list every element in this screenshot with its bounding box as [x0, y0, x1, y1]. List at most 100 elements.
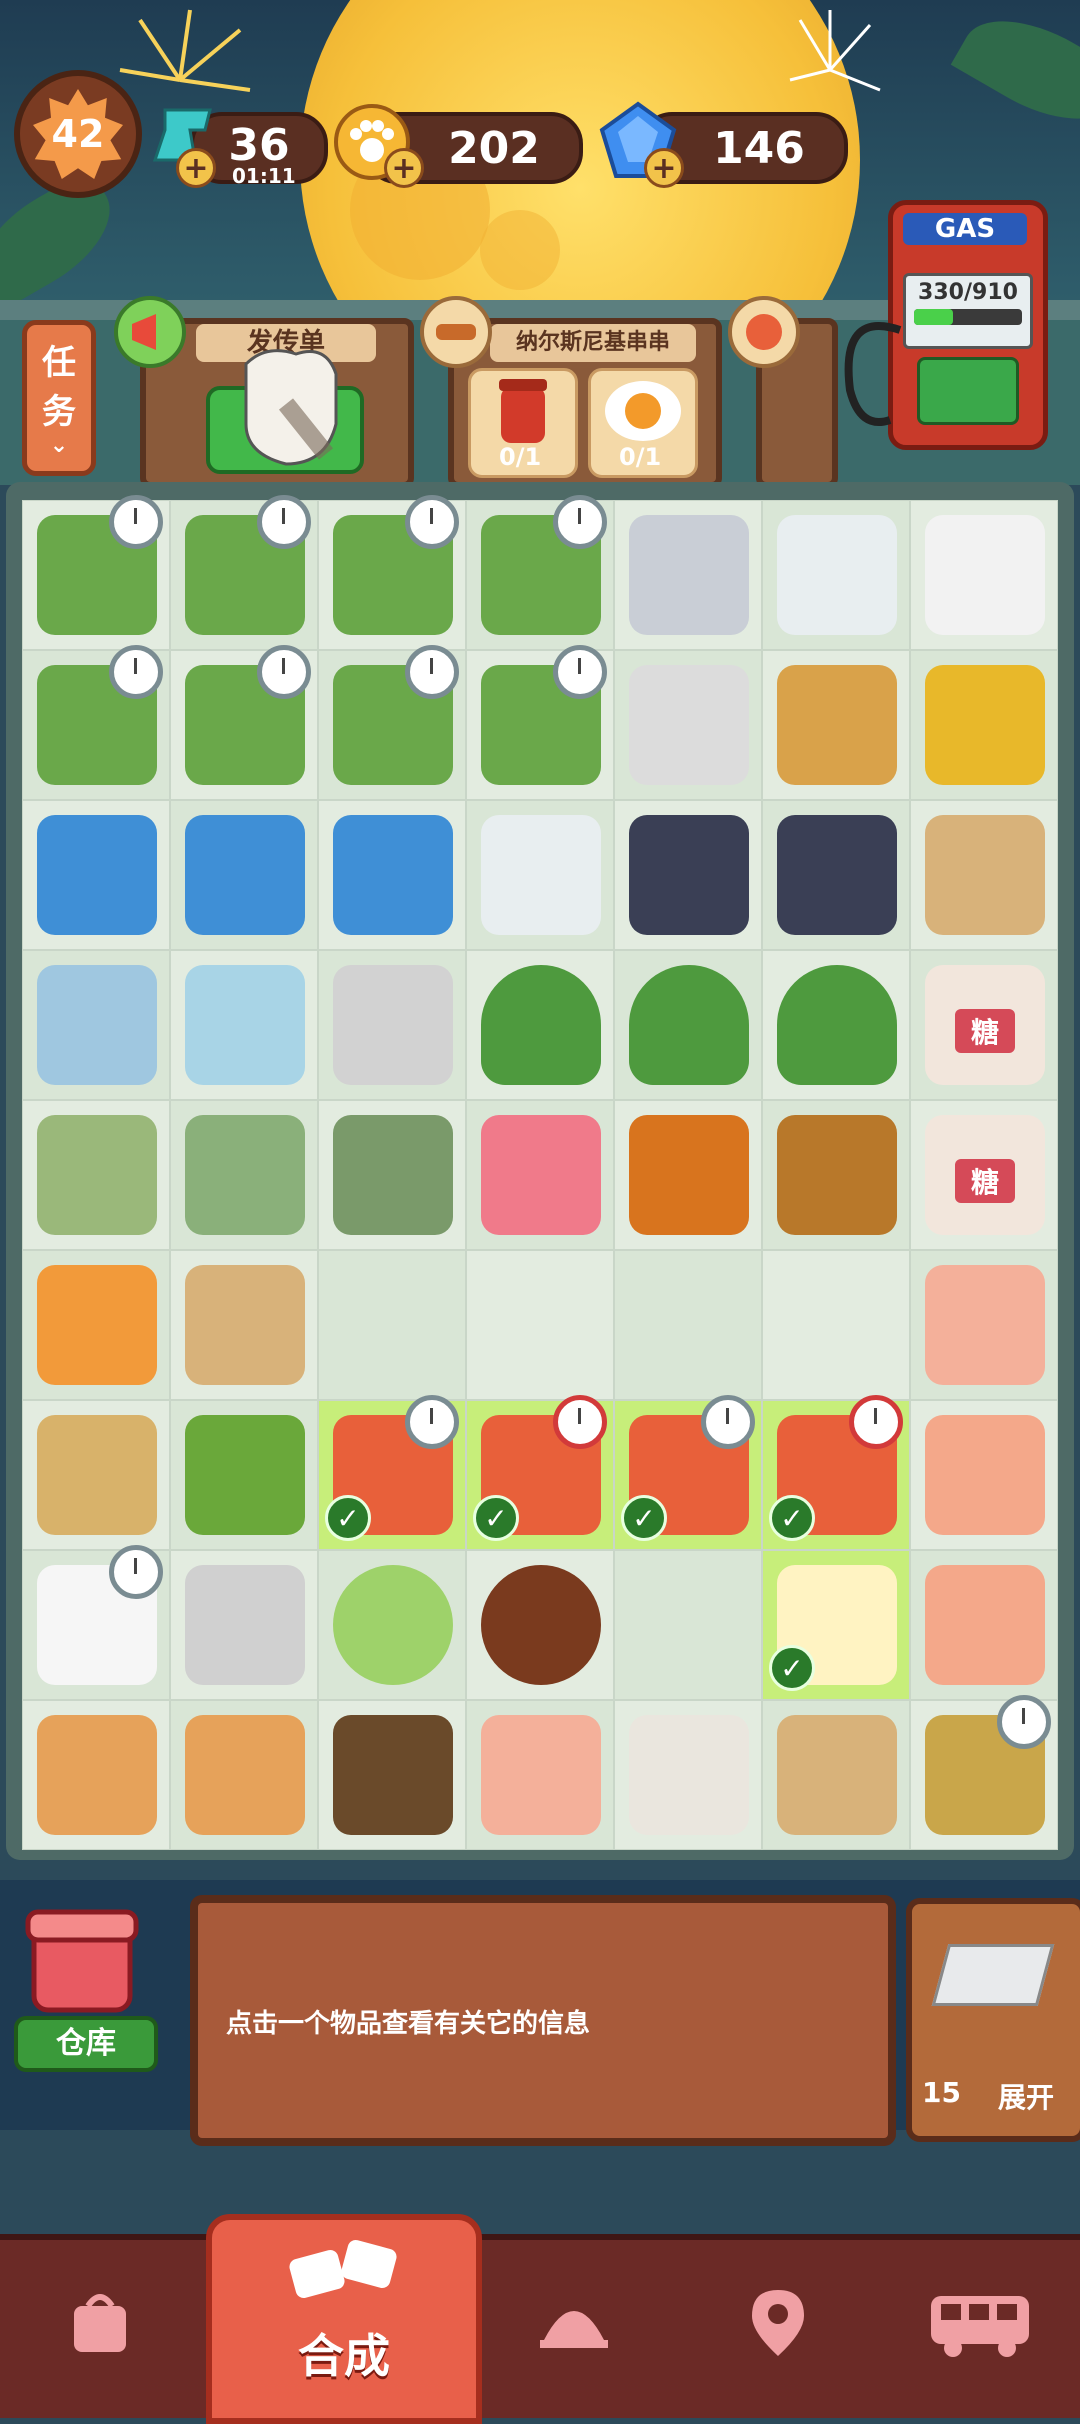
board-cell-notebook-sun[interactable] — [22, 800, 170, 950]
gas-hose-icon — [844, 322, 902, 426]
board-cell-safe-box[interactable] — [318, 950, 466, 1100]
board-cell-bamboo[interactable] — [170, 495, 318, 650]
board-cell-hot-pot[interactable] — [318, 1100, 466, 1250]
board-cell-glass-cabinet[interactable] — [170, 950, 318, 1100]
gas-pump[interactable]: GAS 330/910 — [888, 200, 1048, 450]
board-cell-notepad[interactable] — [466, 800, 614, 950]
timer-icon — [553, 645, 607, 699]
board-cell-barrel-wood[interactable] — [762, 1100, 910, 1250]
board-cell-layered-drink[interactable] — [22, 1250, 170, 1400]
board-cell-tree[interactable] — [614, 950, 762, 1100]
board-cell-skewer-box[interactable]: ✓ — [762, 1395, 910, 1550]
board-cell-paper-plane[interactable] — [910, 1400, 1058, 1550]
task-progress: 0/1 — [619, 443, 662, 471]
board-cell-skewer-box[interactable]: ✓ — [318, 1395, 466, 1550]
board-cell-salt-jar[interactable] — [22, 1545, 170, 1700]
notebook-sun-icon — [37, 815, 157, 935]
board-cell-shelf-bottles[interactable] — [22, 1700, 170, 1850]
board-cell-tree[interactable] — [466, 950, 614, 1100]
chef-hat-icon — [777, 815, 897, 935]
add-coins-button[interactable]: + — [384, 148, 424, 188]
timer-icon — [405, 495, 459, 549]
notebook-sun-icon — [333, 815, 453, 935]
nav-map[interactable] — [718, 2262, 838, 2382]
coin-value: 202 — [448, 122, 540, 174]
board-cell-skewer-box[interactable]: ✓ — [466, 1395, 614, 1550]
board-cell-shelf-bottles[interactable] — [170, 1700, 318, 1850]
board-cell-printer-mini[interactable] — [910, 500, 1058, 650]
expand-storage-button[interactable]: 15 展开 — [906, 1898, 1080, 2142]
board-cell-skewer-box[interactable]: ✓ — [614, 1395, 762, 1550]
board-cell-sugar-jar[interactable]: 糖 — [910, 950, 1058, 1100]
board-cell-bamboo[interactable] — [466, 495, 614, 650]
board-cell-bamboo[interactable] — [466, 645, 614, 800]
board-cell-pliers[interactable] — [910, 650, 1058, 800]
board-cell-printer-large[interactable] — [614, 500, 762, 650]
nav-merge[interactable]: 合成 — [206, 2214, 482, 2424]
tree-icon — [481, 965, 601, 1085]
board-cell-wooden-mallet[interactable] — [762, 650, 910, 800]
board-cell-tree[interactable] — [762, 950, 910, 1100]
pink-paper-icon — [481, 1715, 601, 1835]
add-gems-button[interactable]: + — [644, 148, 684, 188]
nav-restaurant[interactable] — [514, 2262, 634, 2382]
board-cell-pink-paper[interactable] — [910, 1250, 1058, 1400]
service-bell-icon — [540, 2311, 608, 2348]
board-cell-chef-hat[interactable] — [614, 800, 762, 950]
board-cell-printer-white[interactable] — [614, 650, 762, 800]
notebook-sun-icon — [185, 815, 305, 935]
tutorial-hand-icon — [244, 349, 338, 466]
board-cell-cabbage[interactable] — [318, 1550, 466, 1700]
task-progress: 0/1 — [499, 443, 542, 471]
paper-bag-box-icon — [185, 1265, 305, 1385]
gas-gauge: 330/910 — [903, 273, 1033, 349]
skewer-plate-icon — [420, 296, 492, 368]
board-cell-bamboo[interactable] — [22, 495, 170, 650]
nav-shop[interactable] — [40, 2262, 160, 2382]
board-cell-shelf-rack[interactable] — [318, 1700, 466, 1850]
board-cell-chef-hat[interactable] — [762, 800, 910, 950]
board-cell-open-cabinet[interactable] — [22, 950, 170, 1100]
board-cell-bamboo[interactable] — [318, 645, 466, 800]
board-cell-printer-small[interactable] — [762, 500, 910, 650]
board-cell-mushroom[interactable] — [466, 1550, 614, 1700]
board-cell-sugar-jar[interactable]: 糖 — [910, 1100, 1058, 1250]
board-cell-notebook-sun[interactable] — [170, 800, 318, 950]
board-cell-notebook-sun[interactable] — [318, 800, 466, 950]
board-cell-pink-paper[interactable] — [466, 1700, 614, 1850]
herb-board-icon — [185, 1415, 305, 1535]
tasks-tab-button[interactable]: 任 务 ⌄ — [22, 320, 96, 476]
board-cell-paper-bag-box[interactable] — [762, 1700, 910, 1850]
warehouse-label: 仓库 — [14, 2016, 158, 2072]
add-energy-button[interactable]: + — [176, 148, 216, 188]
nav-bus[interactable] — [920, 2262, 1040, 2382]
board-cell-paper-bag-box[interactable] — [910, 800, 1058, 950]
gas-bar-fill — [914, 309, 953, 325]
shelf-bottles-icon — [185, 1715, 305, 1835]
board-cell-bamboo[interactable] — [318, 495, 466, 650]
safe-box-icon — [333, 965, 453, 1085]
printer-small-icon — [777, 515, 897, 635]
board-cell-beans-plate[interactable] — [22, 1400, 170, 1550]
timer-icon — [405, 1395, 459, 1449]
player-level-badge[interactable]: 42 — [14, 70, 142, 198]
board-cell-paper-bag-box[interactable] — [170, 1250, 318, 1400]
board-cell-pink-cup[interactable] — [466, 1100, 614, 1250]
barrel-wood-icon — [777, 1115, 897, 1235]
board-cell-herb-board[interactable] — [170, 1400, 318, 1550]
board-cell-barrel-orange[interactable] — [614, 1100, 762, 1250]
board-cell-skewer-pot[interactable] — [170, 1100, 318, 1250]
board-cell-crumpled-paper[interactable] — [910, 1550, 1058, 1700]
board-cell-tofu[interactable]: ✓ — [762, 1550, 910, 1700]
board-cell-drone-box[interactable] — [910, 1695, 1058, 1850]
warehouse-button[interactable]: 仓库 — [14, 1900, 158, 2072]
board-cell-bamboo[interactable] — [170, 645, 318, 800]
ready-check-icon: ✓ — [621, 1495, 667, 1541]
board-cell-bamboo[interactable] — [22, 645, 170, 800]
board-cell-skewer-grill[interactable] — [22, 1100, 170, 1250]
board-cell-empty — [762, 1250, 910, 1400]
board-cell-coffee-bag[interactable] — [614, 1700, 762, 1850]
timer-icon — [109, 495, 163, 549]
board-cell-grinding-bowl[interactable] — [170, 1550, 318, 1700]
gas-capacity: 330/910 — [918, 280, 1018, 305]
